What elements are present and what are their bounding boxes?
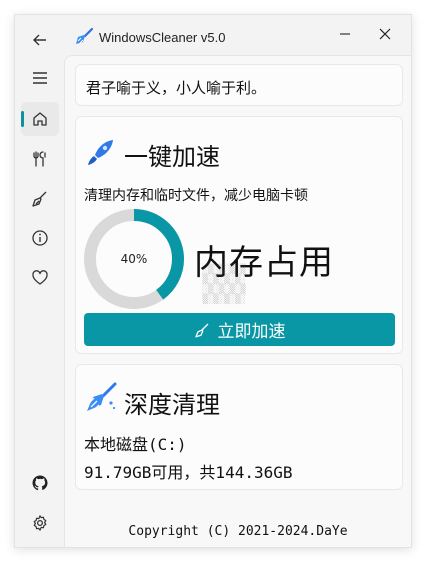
- motto-text: 君子喻于义，小人喻于利。: [86, 79, 267, 97]
- main-content: 君子喻于义，小人喻于利。 一键加速 清理内存和临时文件，减少电脑卡顿 40% 内…: [64, 55, 411, 547]
- minimize-button[interactable]: [328, 23, 362, 45]
- nav-item-tools[interactable]: [21, 142, 59, 176]
- nav-item-github[interactable]: [21, 466, 59, 500]
- deep-clean-title: 深度清理: [124, 391, 220, 419]
- motto-card: 君子喻于义，小人喻于利。: [75, 64, 403, 106]
- gear-icon: [33, 515, 47, 531]
- app-logo-icon: [76, 27, 94, 44]
- title-bar: WindowsCleaner v5.0: [64, 15, 411, 55]
- back-button[interactable]: [21, 23, 59, 57]
- close-icon: [379, 28, 391, 40]
- nav-rail: [15, 15, 64, 547]
- nav-item-home[interactable]: [21, 102, 59, 136]
- rocket-icon: [88, 140, 113, 165]
- active-indicator: [21, 111, 24, 127]
- nav-item-clean[interactable]: [21, 182, 59, 216]
- back-arrow-icon: [33, 34, 46, 46]
- boost-now-label: 立即加速: [217, 322, 286, 342]
- deep-clean-card: 深度清理 本地磁盘(C:) 91.79GB可用，共144.36GB: [75, 364, 403, 490]
- info-icon: [32, 230, 48, 246]
- disk-space-info: 91.79GB可用，共144.36GB: [84, 463, 293, 482]
- close-button[interactable]: [368, 23, 402, 45]
- boost-now-button[interactable]: 立即加速: [84, 313, 395, 346]
- quick-boost-description: 清理内存和临时文件，减少电脑卡顿: [84, 188, 308, 204]
- window-title: WindowsCleaner v5.0: [99, 30, 226, 45]
- nav-item-settings[interactable]: [21, 506, 59, 540]
- quick-boost-title: 一键加速: [124, 143, 220, 171]
- disk-name: 本地磁盘(C:): [84, 435, 187, 454]
- nav-item-favorite[interactable]: [21, 261, 59, 295]
- nav-item-about[interactable]: [21, 221, 59, 255]
- app-window: WindowsCleaner v5.0 君子喻于义，小人喻于利。 一键加速 清理…: [14, 14, 412, 548]
- github-icon: [32, 475, 48, 491]
- minimize-icon: [340, 33, 350, 35]
- watermark: ░▒░▒░▒░▒ ▒░▒░▒░▒░ ░▒░▒░▒░▒ ▒░▒░▒░▒░: [202, 265, 246, 305]
- heart-icon: [32, 270, 48, 285]
- memory-usage-percent: 40%: [120, 252, 148, 266]
- menu-button[interactable]: [21, 61, 59, 95]
- deep-clean-broom-icon: [87, 382, 117, 411]
- quick-boost-card: 一键加速 清理内存和临时文件，减少电脑卡顿 40% 内存占用 ░▒░▒░▒░▒ ▒…: [75, 116, 403, 354]
- copyright-text: Copyright (C) 2021-2024.DaYe: [128, 524, 348, 539]
- hamburger-menu-icon: [33, 72, 47, 84]
- tools-icon: [33, 151, 46, 167]
- home-icon: [33, 112, 47, 126]
- broom-icon: [194, 323, 208, 337]
- broom-icon: [32, 191, 47, 207]
